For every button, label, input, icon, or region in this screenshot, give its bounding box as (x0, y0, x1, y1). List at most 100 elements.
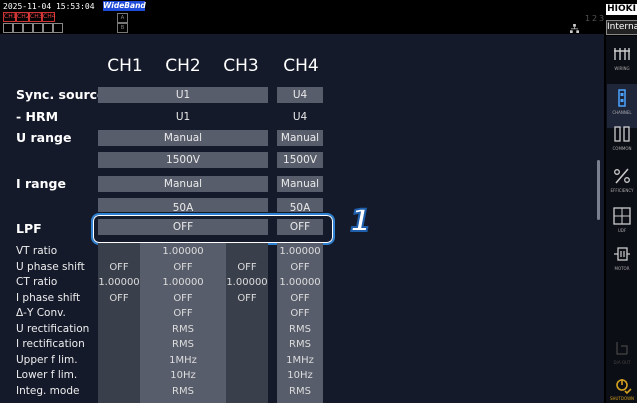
detail-cell-ch4[interactable]: 10Hz (277, 370, 323, 382)
i-range-value-ch4[interactable]: 50A (277, 198, 323, 212)
u-range-value-ch123[interactable]: 1500V (98, 152, 268, 168)
sync-source-ch4[interactable]: U4 (277, 87, 323, 103)
detail-cell-ch4[interactable]: OFF (277, 262, 323, 274)
udf-icon (613, 207, 631, 225)
detail-cell-ch2[interactable]: 1.00000 (140, 277, 226, 289)
ch1-badge: CH1 (3, 12, 17, 22)
sidebar-item-label: COMMON (612, 146, 632, 151)
i-range-value-ch123[interactable]: 50A (98, 198, 268, 212)
da-out-icon (616, 342, 628, 355)
lpf-label: LPF (16, 221, 42, 236)
i-range-label: I range (16, 176, 66, 191)
status-square (33, 23, 43, 33)
detail-cell-ch2[interactable]: RMS (140, 339, 226, 351)
u-range-mode-ch123[interactable]: Manual (98, 130, 268, 146)
callout-number: 1 (349, 203, 372, 240)
sidebar-item-label: D/A OUT (613, 360, 631, 365)
detail-cell-ch2[interactable]: OFF (140, 293, 226, 305)
sidebar-item-shutdown[interactable]: SHUTDOWN (607, 372, 637, 403)
brand-logo: HIOKI (606, 4, 637, 15)
detail-label: Upper f lim. (16, 353, 78, 366)
sidebar-item-label: WIRING (614, 66, 630, 71)
counter-3: 3 (599, 14, 605, 23)
detail-cell-ch2[interactable]: 10Hz (140, 370, 226, 382)
status-square (23, 23, 33, 33)
detail-label: Integ. mode (16, 384, 80, 397)
detail-label: Δ-Y Conv. (16, 307, 66, 319)
ch2-badge: CH2 (16, 12, 30, 22)
datetime: 2025-11-04 15:53:04 (3, 2, 95, 11)
sidebar-item-wiring[interactable]: WIRING (607, 40, 637, 84)
lpf-highlight-frame (91, 213, 335, 245)
detail-cell-ch2[interactable]: OFF (140, 308, 226, 320)
detail-cell-ch1[interactable]: OFF (98, 293, 140, 305)
detail-label: Lower f lim. (16, 369, 78, 381)
column-header-ch2: CH2 (165, 56, 201, 76)
sidebar-item-label: MOTOR (614, 266, 630, 271)
u-range-value-ch4[interactable]: 1500V (277, 152, 323, 168)
detail-cell-ch4[interactable]: OFF (277, 308, 323, 320)
detail-cell-ch4[interactable]: RMS (277, 324, 323, 336)
shutdown-icon (616, 379, 632, 395)
detail-cell-ch4[interactable]: OFF (277, 293, 323, 305)
sidebar-item-label: CHANNEL (612, 110, 632, 115)
scrollbar[interactable] (597, 160, 600, 220)
sidebar-item-label: EFFICIENCY (610, 188, 634, 193)
detail-cell-ch4[interactable]: 1MHz (277, 355, 323, 367)
detail-cell-ch3[interactable]: OFF (226, 293, 268, 305)
detail-cell-ch3[interactable]: 1.00000 (226, 277, 268, 289)
hrm-ch123: U1 (175, 111, 191, 123)
efficiency-icon (614, 168, 630, 184)
i-range-mode-ch4[interactable]: Manual (277, 176, 323, 192)
sidebar-item-label: SHUTDOWN (609, 396, 635, 401)
detail-label: CT ratio (16, 276, 58, 288)
range-badge-a: A (117, 13, 128, 23)
status-square (43, 23, 53, 33)
detail-label: I rectification (16, 338, 85, 350)
column-header-ch3: CH3 (223, 56, 259, 76)
sidebar-item-label: UDF (617, 228, 627, 233)
detail-cell-ch1[interactable]: 1.00000 (98, 277, 140, 289)
sidebar-item-common[interactable]: COMMON (607, 120, 637, 164)
counter-1: 1 (585, 14, 591, 23)
detail-cell-ch4[interactable]: RMS (277, 386, 323, 398)
counter-2: 2 (592, 14, 598, 23)
wiring-icon (614, 48, 630, 60)
detail-cell-ch2[interactable]: 1MHz (140, 355, 226, 367)
range-badge-b: B (117, 23, 128, 33)
column-header-ch1: CH1 (107, 56, 143, 76)
detail-cell-ch4[interactable]: 1.00000 (277, 246, 323, 258)
u-range-mode-ch4[interactable]: Manual (277, 130, 323, 146)
detail-label: VT ratio (16, 245, 58, 257)
detail-label: U phase shift (16, 260, 85, 273)
mode-label: Internal (606, 20, 637, 35)
column-header-ch4: CH4 (283, 56, 319, 76)
detail-cell-ch1[interactable]: OFF (98, 262, 140, 274)
detail-cell-ch2[interactable]: RMS (140, 386, 226, 398)
i-range-mode-ch123[interactable]: Manual (98, 176, 268, 192)
detail-cell-ch3[interactable]: OFF (226, 262, 268, 274)
bandwidth-badge: WideBand (103, 1, 146, 11)
detail-label: I phase shift (16, 291, 81, 304)
ch4-badge: CH4 (42, 12, 56, 22)
detail-cell-ch2[interactable]: OFF (140, 262, 226, 274)
ch3-badge: CH3 (29, 12, 43, 22)
detail-label: U rectification (16, 322, 90, 335)
motor-icon (614, 247, 630, 261)
sidebar-item-motor[interactable]: MOTOR (607, 240, 637, 284)
hrm-label: - HRM (16, 109, 59, 124)
common-icon (614, 126, 630, 142)
detail-cell-ch2[interactable]: 1.00000 (140, 246, 226, 258)
status-square (53, 23, 63, 33)
status-square (3, 23, 13, 33)
detail-cell-ch2[interactable]: RMS (140, 324, 226, 336)
network-icon (570, 24, 579, 33)
hrm-ch4: U4 (292, 111, 308, 123)
u-range-label: U range (16, 130, 72, 145)
sync-source-ch123[interactable]: U1 (98, 87, 268, 103)
detail-cell-ch4[interactable]: RMS (277, 339, 323, 351)
sidebar-item-efficiency[interactable]: EFFICIENCY (607, 162, 637, 206)
channel-icon (618, 89, 626, 107)
status-square (13, 23, 23, 33)
detail-cell-ch4[interactable]: 1.00000 (277, 277, 323, 289)
